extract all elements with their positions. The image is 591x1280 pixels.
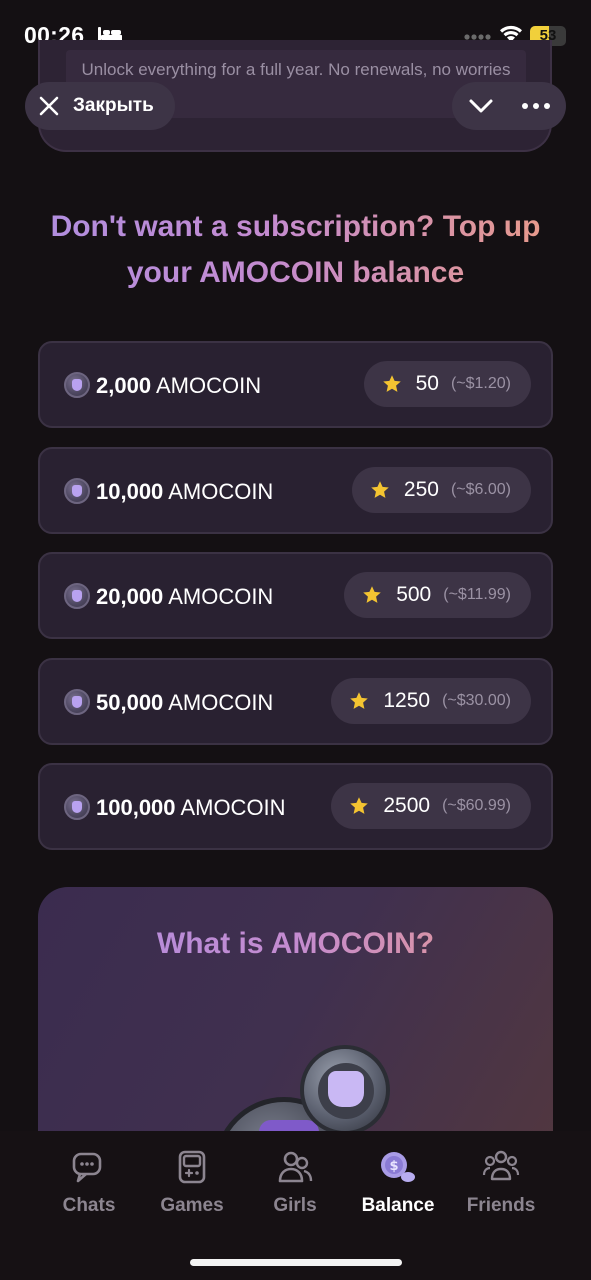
chevron-down-icon[interactable]: [468, 96, 494, 116]
price-stars: 2500: [383, 794, 431, 817]
coin-balance-icon: $: [381, 1152, 415, 1182]
price-stars: 500: [396, 583, 432, 606]
amocoin-icon: [64, 688, 90, 715]
package-unit: AMOCOIN: [168, 689, 274, 715]
home-indicator[interactable]: [190, 1259, 402, 1266]
price-usd: (~$6.00): [450, 480, 511, 498]
telegram-star-icon: [363, 586, 381, 603]
price-usd: (~$1.20): [450, 375, 511, 392]
friends-group-icon: [482, 1150, 520, 1181]
amocoin-icon: [64, 372, 90, 398]
price-pill[interactable]: 250 (~$6.00): [351, 466, 531, 513]
price-usd: (~$30.00): [442, 691, 511, 709]
package-amount-number: 20,000: [96, 584, 164, 609]
package-unit: AMOCOIN: [168, 478, 274, 504]
price-usd: (~$60.99): [442, 797, 511, 814]
price-stars: 1250: [383, 688, 431, 712]
amocoin-icon: [64, 477, 90, 504]
package-amount-number: 50,000: [96, 689, 164, 715]
tab-label: Balance: [361, 1195, 435, 1216]
amocoin-icon: [64, 794, 90, 820]
close-label: Закрыть: [73, 95, 154, 116]
chat-bubbles-icon: [72, 1152, 102, 1183]
telegram-star-icon: [371, 480, 389, 498]
tab-balance[interactable]: $ Balance: [348, 1149, 448, 1217]
amocoin-logo-mark: [328, 1071, 364, 1107]
telegram-star-icon: [350, 691, 369, 709]
amocoin-package-option[interactable]: 50,000 AMOCOIN 1250 (~$30.00): [38, 657, 553, 745]
amocoin-package-option[interactable]: 2,000 AMOCOIN 50 (~$1.20): [38, 341, 553, 428]
amocoin-package-option[interactable]: 10,000 AMOCOIN 250 (~$6.00): [38, 446, 553, 534]
amocoin-package-option[interactable]: 20,000 AMOCOIN 500 (~$11.99): [38, 552, 553, 639]
price-pill[interactable]: 1250 (~$30.00): [331, 677, 531, 724]
package-unit: AMOCOIN: [180, 795, 286, 820]
tab-friends[interactable]: Friends: [451, 1149, 551, 1217]
tab-label: Girls: [273, 1195, 317, 1216]
price-pill[interactable]: 50 (~$1.20): [363, 361, 531, 407]
close-button[interactable]: Закрыть: [25, 82, 175, 130]
tab-label: Friends: [466, 1195, 536, 1216]
plan-description: Unlock everything for a full year. No re…: [81, 60, 511, 79]
bottom-tab-bar: Chats Games Girls $ Balance Friends: [0, 1131, 591, 1280]
package-amount: 100,000 AMOCOIN: [96, 793, 286, 823]
package-amount-number: 100,000: [96, 795, 176, 820]
package-unit: AMOCOIN: [168, 584, 274, 609]
price-pill[interactable]: 500 (~$11.99): [344, 572, 531, 618]
price-pill[interactable]: 2500 (~$60.99): [331, 783, 531, 829]
telegram-star-icon: [382, 375, 401, 392]
package-amount: 20,000 AMOCOIN: [96, 582, 273, 612]
package-amount: 2,000 AMOCOIN: [96, 371, 261, 401]
package-unit: AMOCOIN: [155, 373, 262, 398]
more-options-icon[interactable]: [522, 103, 550, 109]
tab-girls[interactable]: Girls: [245, 1149, 345, 1217]
what-is-title: What is AMOCOIN?: [38, 927, 553, 961]
tab-games[interactable]: Games: [142, 1149, 242, 1217]
amocoin-coin-illustration: [300, 1045, 390, 1135]
amocoin-icon: [64, 583, 90, 609]
close-icon: [39, 96, 59, 116]
package-amount: 50,000 AMOCOIN: [96, 688, 273, 718]
amocoin-package-option[interactable]: 100,000 AMOCOIN 2500 (~$60.99): [38, 763, 553, 850]
price-stars: 50: [415, 372, 439, 395]
telegram-star-icon: [350, 797, 369, 814]
svg-text:$: $: [389, 1159, 398, 1174]
price-stars: 250: [403, 477, 439, 501]
tab-label: Chats: [62, 1195, 116, 1216]
game-console-icon: [178, 1150, 206, 1184]
amocoin-package-list: 2,000 AMOCOIN 50 (~$1.20) 10,000 AMOCOIN…: [38, 341, 553, 869]
tab-label: Games: [160, 1195, 224, 1216]
package-amount: 10,000 AMOCOIN: [96, 477, 273, 507]
price-usd: (~$11.99): [443, 586, 511, 603]
package-amount-number: 2,000: [96, 373, 152, 398]
topup-heading: Don't want a subscription? Top up your A…: [30, 204, 561, 296]
package-amount-number: 10,000: [96, 478, 164, 504]
app-menu-pill: [452, 82, 566, 130]
what-is-amocoin-card: What is AMOCOIN?: [38, 887, 553, 1147]
tab-chats[interactable]: Chats: [39, 1149, 139, 1217]
people-icon: [278, 1151, 313, 1183]
